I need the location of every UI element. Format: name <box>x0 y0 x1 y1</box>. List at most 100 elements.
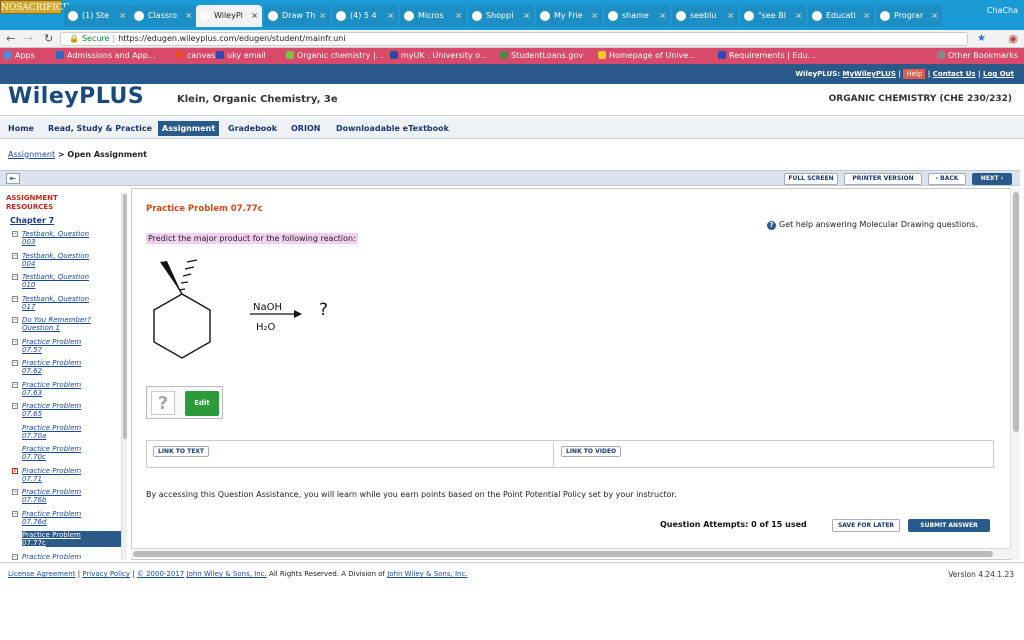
main-scroll-thumb[interactable] <box>1013 192 1019 432</box>
sidebar-item[interactable]: Practice Problem 07.70a <box>12 424 124 442</box>
log-out-link[interactable]: Log Out <box>983 70 1014 78</box>
expand-sidebar-icon[interactable]: ⇤ <box>6 173 20 184</box>
tab-favicon-icon <box>880 11 890 21</box>
menu-orion[interactable]: ORION <box>287 121 324 136</box>
sidebar-item[interactable]: − Testbank, Question 017 <box>12 295 124 313</box>
url-field[interactable]: 🔒 Secure | https://edugen.wileyplus.com/edu… <box>60 32 968 46</box>
sidebar-item[interactable]: − Practice Problem 07.76d <box>12 510 124 528</box>
sidebar-item[interactable]: − Practice Problem <box>12 553 124 560</box>
submit-answer-button[interactable]: SUBMIT ANSWER <box>908 519 990 532</box>
sidebar-scroll-thumb[interactable] <box>123 194 127 439</box>
sidebar-item[interactable]: − Testbank, Question 003 <box>12 230 124 248</box>
privacy-policy-link[interactable]: Privacy Policy <box>82 570 130 578</box>
browser-tab[interactable]: My Frie × <box>536 5 602 27</box>
wileyplus-logo[interactable]: WileyPLUS <box>8 84 144 109</box>
extension-icon[interactable]: ◉ <box>1008 33 1018 45</box>
bookmark-item[interactable]: Homepage of Unive... <box>598 50 696 62</box>
tab-close-icon[interactable]: × <box>727 5 734 27</box>
sidebar-item[interactable]: − Testbank, Question 004 <box>12 252 124 270</box>
breadcrumb-current: Open Assignment <box>67 150 147 159</box>
copyright-link[interactable]: © 2000-2017 <box>137 570 184 578</box>
chapter-link[interactable]: Chapter 7 <box>10 216 54 225</box>
tab-favicon-icon <box>336 11 346 21</box>
browser-tab[interactable]: shame × <box>604 5 670 27</box>
browser-tab[interactable]: seeblu × <box>672 5 738 27</box>
browser-tab[interactable]: Shoppi × <box>468 5 534 27</box>
tab-close-icon[interactable]: × <box>387 5 394 27</box>
sidebar-item[interactable]: − Practice Problem 07.57 <box>12 338 124 356</box>
link-to-video-button[interactable]: LINK TO VIDEO <box>561 446 622 457</box>
bookmark-item[interactable]: uky email <box>216 50 266 62</box>
menu-assignment[interactable]: Assignment <box>158 121 220 136</box>
bookmark-item[interactable]: Apps <box>4 50 35 62</box>
license-agreement-link[interactable]: License Agreement <box>8 570 76 578</box>
menu-read-study-practice[interactable]: Read, Study & Practice <box>44 121 156 136</box>
full-screen-button[interactable]: FULL SCREEN <box>784 173 838 185</box>
other-bookmarks[interactable]: Other Bookmarks <box>937 50 1018 62</box>
profile-user-name[interactable]: ChaCha <box>987 6 1018 15</box>
menu-home[interactable]: Home <box>4 121 38 136</box>
sidebar-item[interactable]: − Practice Problem 07.63 <box>12 381 124 399</box>
company-link[interactable]: John Wiley & Sons, Inc. <box>387 570 467 578</box>
contact-us-link[interactable]: Contact Us <box>933 70 976 78</box>
tab-close-icon[interactable]: × <box>863 5 870 27</box>
back-button[interactable]: ‹ BACK <box>928 173 966 185</box>
sidebar-item[interactable]: x Practice Problem 07.71 <box>12 467 124 485</box>
next-button[interactable]: NEXT › <box>972 173 1012 185</box>
main-scrollbar[interactable] <box>1010 188 1020 560</box>
bookmark-item[interactable]: Organic chemistry |... <box>286 50 383 62</box>
tab-close-icon[interactable]: × <box>795 5 802 27</box>
bookmark-item[interactable]: myUK : University o... <box>390 50 488 62</box>
company-link[interactable]: John Wiley & Sons, Inc. <box>187 570 267 578</box>
bookmark-item[interactable]: Admissions and App... <box>56 50 156 62</box>
tab-close-icon[interactable]: × <box>659 5 666 27</box>
browser-tab[interactable]: Prograr × <box>876 5 942 27</box>
forward-arrow-icon[interactable]: → <box>24 33 33 45</box>
tab-close-icon[interactable]: × <box>591 5 598 27</box>
menu-gradebook[interactable]: Gradebook <box>224 121 281 136</box>
tab-close-icon[interactable]: × <box>119 5 126 27</box>
tab-close-icon[interactable]: × <box>931 5 938 27</box>
molecular-drawing-help[interactable]: ? Get help answering Molecular Drawing qu… <box>767 220 978 230</box>
tab-close-icon[interactable]: × <box>319 5 326 27</box>
browser-tab[interactable]: Draw Th × <box>264 5 330 27</box>
answer-placeholder[interactable]: ? <box>151 391 175 415</box>
bookmark-item[interactable]: canvas <box>176 50 215 62</box>
sidebar-scrollbar[interactable] <box>121 192 127 560</box>
sidebar-item[interactable]: Practice Problem 07.77c <box>12 531 124 549</box>
breadcrumb-assignment-link[interactable]: Assignment <box>8 150 55 159</box>
sidebar-item[interactable]: − Practice Problem 07.62 <box>12 359 124 377</box>
separator: | <box>927 70 931 78</box>
browser-tab[interactable]: (1) Ste × <box>64 5 130 27</box>
reload-icon[interactable]: ↻ <box>44 33 53 45</box>
tab-close-icon[interactable]: × <box>185 5 192 27</box>
save-for-later-button[interactable]: SAVE FOR LATER <box>832 519 900 532</box>
browser-tab[interactable]: Classro × <box>130 5 196 27</box>
back-arrow-icon[interactable]: ← <box>6 33 15 45</box>
main-horizontal-scrollbar[interactable] <box>131 548 1011 558</box>
bookmark-star-icon[interactable]: ★ <box>977 33 986 44</box>
sidebar-item[interactable]: − Practice Problem 07.65 <box>12 402 124 420</box>
sidebar-item[interactable]: Practice Problem 07.70c <box>12 445 124 463</box>
browser-tab[interactable]: WileyPl × <box>196 5 262 27</box>
tab-close-icon[interactable]: × <box>455 5 462 27</box>
mywileyplus-link[interactable]: MyWileyPLUS <box>842 70 895 78</box>
sidebar-item[interactable]: − Do You Remember? Question 1 <box>12 316 124 334</box>
menu-etextbook[interactable]: Downloadable eTextbook <box>332 121 453 136</box>
tab-close-icon[interactable]: × <box>523 5 530 27</box>
edit-button[interactable]: Edit <box>185 391 219 416</box>
browser-tab[interactable]: Educati × <box>808 5 874 27</box>
horizontal-scroll-thumb[interactable] <box>133 551 993 557</box>
bookmark-item[interactable]: StudentLoans.gov <box>500 50 583 62</box>
sidebar-item[interactable]: − Practice Problem 07.76b <box>12 488 124 506</box>
browser-tab[interactable]: (4) 5 4 × <box>332 5 398 27</box>
tab-close-icon[interactable]: × <box>251 5 258 27</box>
browser-tab[interactable]: "see Bl × <box>740 5 806 27</box>
sidebar-item[interactable]: − Testbank, Question 010 <box>12 273 124 291</box>
divider <box>553 441 554 467</box>
help-link[interactable]: Help <box>903 69 926 79</box>
link-to-text-button[interactable]: LINK TO TEXT <box>153 446 210 457</box>
browser-tab[interactable]: Micros × <box>400 5 466 27</box>
bookmark-item[interactable]: Requirements | Edu... <box>718 50 815 62</box>
printer-version-button[interactable]: PRINTER VERSION <box>844 173 922 185</box>
